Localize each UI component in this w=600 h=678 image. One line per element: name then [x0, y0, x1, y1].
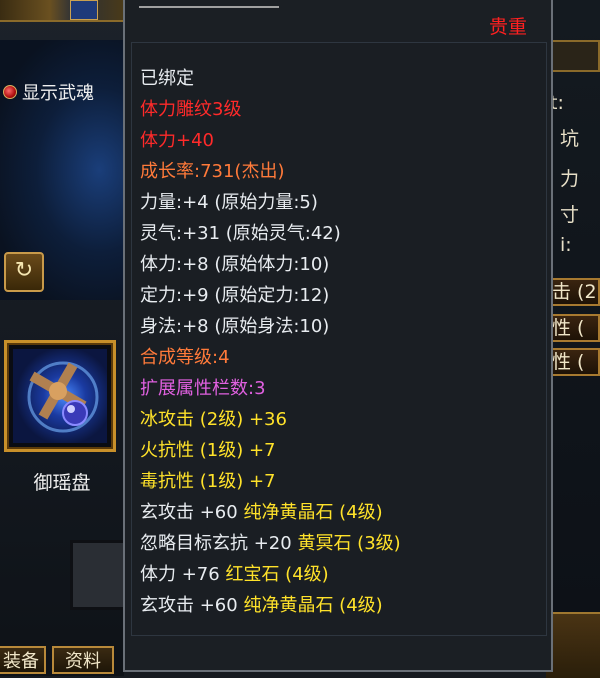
gem-effect: 玄攻击 +60	[140, 595, 238, 616]
attribute-line: 毒抗性 (1级) +7	[140, 471, 276, 492]
rotate-button[interactable]: ↻	[4, 252, 44, 292]
stat-line: 体力:+8 (原始体力:10)	[140, 254, 330, 275]
gem-effect: 体力 +76	[140, 564, 220, 585]
item-slot[interactable]	[4, 340, 116, 452]
gem-name: 黄冥石 (3级)	[297, 533, 401, 554]
right-panel-header	[546, 40, 600, 72]
weapon-soul-label: 显示武魂	[22, 83, 94, 104]
gem-line: 忽略目标玄抗 +20 黄冥石 (3级)	[140, 533, 401, 555]
right-attribute-row[interactable]: 击 (2	[546, 278, 600, 306]
rotate-icon: ↻	[14, 258, 34, 283]
carving-line: 体力雕纹3级	[140, 99, 242, 120]
empty-slot[interactable]	[70, 540, 130, 610]
item-icon	[13, 349, 107, 443]
stat-line: 力量:+4 (原始力量:5)	[140, 192, 318, 213]
top-slot-icon	[70, 0, 98, 20]
gem-line: 玄攻击 +60 纯净黄晶石 (4级)	[140, 595, 383, 617]
tab-equipment[interactable]: 装备	[0, 646, 46, 674]
carving-bonus: 体力+40	[140, 130, 214, 151]
extension-slots: 扩展属性栏数:3	[140, 378, 266, 399]
stat-line: 灵气:+31 (原始灵气:42)	[140, 223, 341, 244]
gem-effect: 玄攻击 +60	[140, 502, 238, 523]
gem-name: 红宝石 (4级)	[225, 564, 329, 585]
stat-line: 身法:+8 (原始身法:10)	[140, 316, 330, 337]
synth-level: 合成等级:4	[140, 347, 230, 368]
right-side-text: 力	[560, 168, 580, 190]
tab-info[interactable]: 资料	[52, 646, 114, 674]
right-attribute-row[interactable]: 性 (	[546, 314, 600, 342]
right-side-text: i:	[560, 234, 572, 256]
right-bottom-decoration	[546, 612, 600, 678]
gem-name: 纯净黄晶石 (4级)	[243, 502, 383, 523]
item-tooltip: 贵重 已绑定 体力雕纹3级 体力+40 成长率:731(杰出) 力量:+4 (原…	[123, 0, 553, 672]
weapon-soul-toggle[interactable]: 显示武魂	[0, 82, 94, 104]
attribute-line: 火抗性 (1级) +7	[140, 440, 276, 461]
gem-effect: 忽略目标玄抗 +20	[140, 533, 292, 554]
attribute-line: 冰攻击 (2级) +36	[140, 409, 287, 430]
item-name: 御瑶盘	[33, 472, 91, 494]
growth-rate: 成长率:731(杰出)	[140, 161, 285, 182]
gem-line: 玄攻击 +60 纯净黄晶石 (4级)	[140, 502, 383, 524]
bound-status: 已绑定	[140, 68, 194, 89]
rarity-label: 贵重	[488, 16, 527, 38]
right-attribute-row[interactable]: 性 (	[546, 348, 600, 376]
left-top-strip	[0, 0, 124, 22]
right-side-text: 寸	[560, 204, 580, 226]
right-side-text: 坑	[560, 128, 580, 150]
radio-icon[interactable]	[3, 85, 17, 99]
stat-line: 定力:+9 (原始定力:12)	[140, 285, 330, 306]
gem-line: 体力 +76 红宝石 (4级)	[140, 564, 329, 586]
gem-name: 纯净黄晶石 (4级)	[243, 595, 383, 616]
tooltip-header-decoration	[139, 0, 279, 8]
